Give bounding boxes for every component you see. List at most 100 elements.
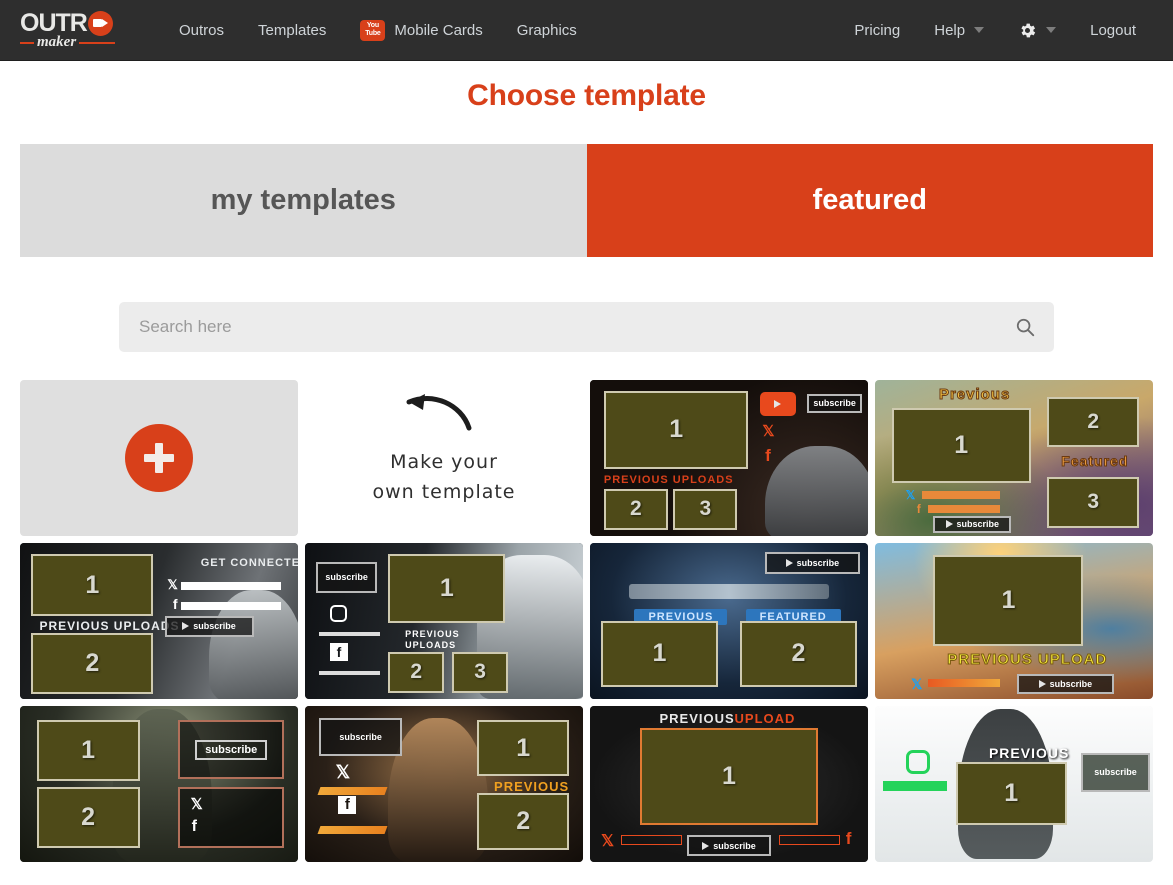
rifle-graphic	[628, 583, 830, 600]
video-camera-icon	[87, 11, 113, 36]
search-input[interactable]	[137, 316, 1014, 338]
twitter-handle-bar	[922, 490, 1001, 499]
twitter-icon: 𝕏	[190, 795, 203, 813]
nav-item-label: Graphics	[516, 21, 577, 39]
search-bar[interactable]	[119, 302, 1054, 352]
facebook-handle-bar	[317, 826, 388, 835]
subscribe-button: subscribe	[164, 616, 254, 637]
template-card[interactable]: Previous 1 2 Featured 3 𝕏 f subscribe	[875, 380, 1153, 536]
facebook-icon: f	[765, 445, 771, 465]
subscribe-button: subscribe	[316, 561, 378, 593]
template-label: PREVIOUS	[659, 710, 735, 726]
search-icon[interactable]	[1014, 316, 1036, 338]
play-triangle-icon	[945, 520, 953, 529]
logo-outro-maker[interactable]: OUTR maker	[20, 6, 142, 54]
template-card[interactable]: PREVIOUS 1 subscribe	[875, 706, 1153, 862]
subscribe-label: subscribe	[1094, 767, 1137, 778]
youtube-icon-bottom: Tube	[365, 30, 381, 37]
template-card[interactable]: 1 GET CONNECTED 𝕏 f PREVIOUS UPLOADS sub…	[20, 543, 298, 699]
template-thumbnail: 1 GET CONNECTED 𝕏 f PREVIOUS UPLOADS sub…	[20, 543, 298, 699]
template-card[interactable]: subscribe f 1 PREVIOUS UPLOADS 2 3	[305, 543, 583, 699]
template-thumbnail: 1 PREVIOUS UPLOADS 2 3 subscribe 𝕏 f	[590, 380, 868, 536]
top-navbar: OUTR maker Outros Templates You Tube Mob…	[0, 0, 1173, 61]
template-slot: 3	[452, 652, 508, 693]
template-label: PREVIOUS UPLOAD	[947, 650, 1108, 668]
template-card[interactable]: subscribe 𝕏 f 1 PREVIOUS 2	[305, 706, 583, 862]
facebook-handle-bar	[927, 504, 1001, 513]
slot-number: 1	[439, 573, 454, 602]
template-slot: 2	[603, 489, 668, 530]
template-card[interactable]: PREVIOUS UPLOAD 1 𝕏 subscribe f	[590, 706, 868, 862]
twitter-icon: 𝕏	[167, 577, 178, 593]
page-title: Choose template	[467, 79, 706, 112]
facebook-icon: f	[191, 817, 197, 835]
template-thumbnail: subscribe 𝕏 f 1 PREVIOUS 2	[305, 706, 583, 862]
template-card[interactable]: 1 2 subscribe 𝕏 f	[20, 706, 298, 862]
twitter-icon: 𝕏	[335, 762, 351, 783]
template-slot: 3	[1047, 476, 1140, 529]
instagram-icon	[905, 749, 930, 774]
nav-item-label: Templates	[258, 21, 327, 39]
subscribe-label: subscribe	[1049, 679, 1093, 690]
play-triangle-icon	[182, 622, 190, 631]
slot-number: 2	[410, 660, 423, 684]
slot-number: 2	[630, 497, 642, 521]
template-label: PREVIOUS	[405, 628, 460, 639]
template-label: PREVIOUS UPLOADS	[39, 619, 180, 634]
template-slot: 2	[36, 787, 140, 848]
slot-number: 1	[669, 415, 684, 444]
nav-item-label: Logout	[1090, 21, 1136, 39]
create-new-template-card[interactable]	[20, 380, 298, 536]
template-card[interactable]: 1 PREVIOUS UPLOADS 2 3 subscribe 𝕏 f	[590, 380, 868, 536]
template-label: GET CONNECTED	[200, 557, 298, 570]
subscribe-label: subscribe	[813, 398, 856, 409]
nav-item-mobile-cards[interactable]: You Tube Mobile Cards	[343, 0, 499, 61]
subscribe-panel: subscribe	[178, 720, 285, 780]
logo-top-row: OUTR	[20, 10, 142, 37]
template-grid: Make your own template 1 PREVIOUS UPLOAD…	[20, 380, 1153, 862]
slot-number: 2	[516, 806, 531, 835]
nav-item-help[interactable]: Help	[917, 0, 1001, 61]
twitter-handle-bar	[620, 835, 682, 846]
nav-item-templates[interactable]: Templates	[241, 0, 343, 61]
facebook-handle-bar	[318, 670, 381, 675]
template-slot: 1	[477, 720, 570, 777]
logo-subwordmark: maker	[37, 34, 77, 50]
template-thumbnail: PREVIOUS UPLOAD 1 𝕏 subscribe f	[590, 706, 868, 862]
instagram-handle-bar	[318, 631, 381, 636]
tab-featured[interactable]: featured	[586, 144, 1153, 257]
template-label: PREVIOUS	[494, 779, 570, 795]
template-card[interactable]: 1 PREVIOUS UPLOAD 𝕏 subscribe	[875, 543, 1153, 699]
template-thumbnail: 1 2 subscribe 𝕏 f	[20, 706, 298, 862]
hint-line-1: Make your	[390, 451, 498, 473]
subscribe-label: subscribe	[325, 572, 368, 583]
plus-icon[interactable]	[125, 424, 193, 492]
facebook-handle-bar	[181, 602, 282, 611]
chevron-down-icon	[974, 27, 985, 33]
subscribe-button: subscribe	[933, 515, 1012, 533]
instagram-icon	[330, 605, 348, 623]
gear-icon	[1018, 21, 1037, 40]
nav-item-settings[interactable]	[1001, 0, 1073, 61]
tab-my-templates[interactable]: my templates	[20, 144, 587, 257]
facebook-icon: f	[338, 796, 357, 815]
template-slot: 1	[955, 762, 1067, 825]
nav-links-right: Pricing Help Logout	[837, 0, 1153, 61]
twitter-icon: 𝕏	[911, 675, 923, 692]
template-card[interactable]: subscribe PREVIOUS FEATURED 1 2	[590, 543, 868, 699]
template-label: UPLOAD	[734, 710, 796, 726]
nav-item-outros[interactable]: Outros	[162, 0, 241, 61]
slot-number: 1	[652, 639, 667, 668]
slot-number: 1	[722, 761, 736, 790]
subscribe-label: subscribe	[193, 621, 236, 632]
slot-number: 1	[516, 733, 531, 762]
template-slot: 1	[36, 720, 140, 781]
curved-arrow-left-icon	[399, 388, 489, 441]
slot-number: 1	[1001, 586, 1016, 615]
slot-number: 1	[81, 735, 96, 764]
nav-item-graphics[interactable]: Graphics	[500, 0, 594, 61]
nav-item-pricing[interactable]: Pricing	[837, 0, 917, 61]
template-slot: 1	[640, 727, 818, 825]
subscribe-button: subscribe	[1016, 674, 1115, 695]
nav-item-logout[interactable]: Logout	[1073, 0, 1153, 61]
